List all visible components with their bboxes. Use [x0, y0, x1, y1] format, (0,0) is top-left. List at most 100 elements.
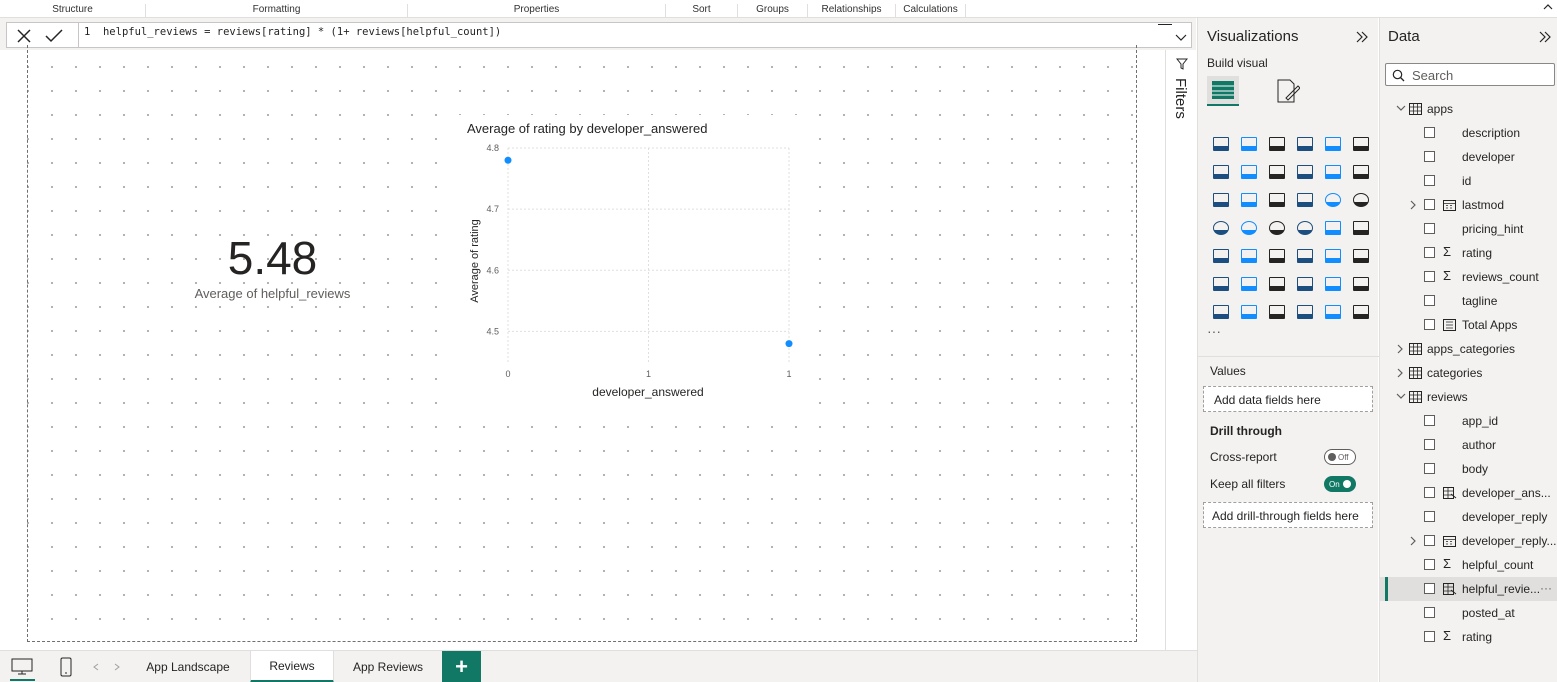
field-checkbox[interactable]	[1424, 271, 1435, 282]
data-table-categories[interactable]: categories	[1380, 361, 1557, 385]
formula-resize-handle[interactable]	[1158, 24, 1172, 25]
data-table-apps[interactable]: apps	[1380, 97, 1557, 121]
filters-pane[interactable]: Filters	[1165, 50, 1197, 650]
stacked-column-icon[interactable]	[1235, 130, 1263, 158]
data-search-box[interactable]: Search	[1385, 63, 1555, 86]
build-visual-tab[interactable]	[1207, 76, 1239, 106]
chevron-right-icon[interactable]	[1408, 535, 1418, 547]
tab-scroll-left-icon[interactable]	[92, 663, 100, 671]
data-field-rating[interactable]: Σrating	[1380, 241, 1557, 265]
data-table-reviews[interactable]: reviews	[1380, 385, 1557, 409]
more-options-icon[interactable]: ···	[1540, 581, 1552, 595]
field-checkbox[interactable]	[1424, 607, 1435, 618]
field-checkbox[interactable]	[1424, 631, 1435, 642]
ribbon-group-structure[interactable]: Structure	[0, 4, 146, 18]
data-field-developer_ans[interactable]: developer_ans...	[1380, 481, 1557, 505]
treemap-icon[interactable]	[1207, 214, 1235, 242]
chevron-right-icon[interactable]	[1408, 199, 1418, 211]
tab-app-reviews[interactable]: App Reviews	[340, 651, 436, 682]
chevron-right-icon[interactable]	[1395, 367, 1407, 379]
ribbon-group-calculations[interactable]: Calculations	[896, 4, 966, 18]
more-visuals-icon[interactable]: ···	[1207, 323, 1221, 339]
narrative-icon[interactable]	[1319, 270, 1347, 298]
field-checkbox[interactable]	[1424, 535, 1435, 546]
data-field-helpful_revie[interactable]: helpful_revie... ···	[1380, 577, 1557, 601]
ribbon-group-formatting[interactable]: Formatting	[146, 4, 408, 18]
data-field-pricing_hint[interactable]: pricing_hint	[1380, 217, 1557, 241]
field-checkbox[interactable]	[1424, 127, 1435, 138]
funnel-icon[interactable]	[1263, 186, 1291, 214]
ribbon-group-sort[interactable]: Sort	[666, 4, 738, 18]
keep-filters-toggle[interactable]: On	[1324, 476, 1356, 492]
custom-icon-1[interactable]	[1319, 298, 1347, 326]
chevron-down-icon[interactable]	[1395, 103, 1407, 115]
python-visual-icon[interactable]	[1207, 270, 1235, 298]
decomposition-tree-icon[interactable]	[1263, 270, 1291, 298]
data-field-description[interactable]: description	[1380, 121, 1557, 145]
ribbon-group-properties[interactable]: Properties	[408, 4, 666, 18]
values-well[interactable]: Add data fields here	[1203, 386, 1373, 412]
line-icon[interactable]	[1207, 158, 1235, 186]
tab-scroll-right-icon[interactable]	[113, 663, 121, 671]
line-clustered-icon[interactable]	[1347, 158, 1375, 186]
collapse-viz-icon[interactable]	[1356, 31, 1368, 43]
100-column-icon[interactable]	[1347, 130, 1375, 158]
field-checkbox[interactable]	[1424, 511, 1435, 522]
gauge-icon[interactable]	[1319, 214, 1347, 242]
data-field-rating[interactable]: Σrating	[1380, 625, 1557, 649]
collapse-ribbon-icon[interactable]	[1543, 3, 1553, 11]
qa-icon[interactable]	[1291, 270, 1319, 298]
data-field-developer_reply[interactable]: developer_reply	[1380, 505, 1557, 529]
data-field-developer[interactable]: developer	[1380, 145, 1557, 169]
metrics-icon[interactable]	[1347, 270, 1375, 298]
azure-map-icon[interactable]	[1291, 214, 1319, 242]
field-checkbox[interactable]	[1424, 439, 1435, 450]
filled-map-icon[interactable]	[1263, 214, 1291, 242]
slicer-icon[interactable]	[1263, 242, 1291, 270]
commit-formula-icon[interactable]	[44, 28, 64, 44]
format-visual-icon[interactable]	[1274, 78, 1300, 104]
custom-icon-2[interactable]	[1347, 298, 1375, 326]
data-field-helpful_count[interactable]: Σhelpful_count	[1380, 553, 1557, 577]
tab-app-landscape[interactable]: App Landscape	[132, 651, 244, 682]
scatter-chart-visual[interactable]: Average of rating by developer_answered …	[455, 115, 805, 405]
add-page-button[interactable]: +	[442, 651, 481, 682]
100-bar-icon[interactable]	[1319, 130, 1347, 158]
field-checkbox[interactable]	[1424, 487, 1435, 498]
tab-reviews[interactable]: Reviews	[250, 651, 334, 682]
clustered-bar-icon[interactable]	[1263, 130, 1291, 158]
data-field-posted_at[interactable]: posted_at	[1380, 601, 1557, 625]
expand-formula-icon[interactable]	[1175, 33, 1187, 41]
data-field-lastmod[interactable]: lastmod	[1380, 193, 1557, 217]
cross-report-toggle[interactable]: Off	[1324, 449, 1356, 465]
field-checkbox[interactable]	[1424, 583, 1435, 594]
collapse-data-icon[interactable]	[1539, 31, 1551, 43]
field-checkbox[interactable]	[1424, 463, 1435, 474]
100-area-icon[interactable]	[1291, 158, 1319, 186]
new-card-icon[interactable]	[1291, 298, 1319, 326]
data-field-author[interactable]: author	[1380, 433, 1557, 457]
field-checkbox[interactable]	[1424, 199, 1435, 210]
cancel-formula-icon[interactable]	[16, 28, 32, 44]
table-icon[interactable]	[1291, 242, 1319, 270]
paginated-report-icon[interactable]	[1207, 298, 1235, 326]
field-checkbox[interactable]	[1424, 415, 1435, 426]
field-checkbox[interactable]	[1424, 247, 1435, 258]
data-field-tagline[interactable]: tagline	[1380, 289, 1557, 313]
line-column-icon[interactable]	[1319, 158, 1347, 186]
data-field-id[interactable]: id	[1380, 169, 1557, 193]
scatter-icon[interactable]	[1291, 186, 1319, 214]
field-checkbox[interactable]	[1424, 223, 1435, 234]
multirow-card-icon[interactable]	[1207, 242, 1235, 270]
clustered-column-icon[interactable]	[1291, 130, 1319, 158]
data-field-reviews_count[interactable]: Σreviews_count	[1380, 265, 1557, 289]
waterfall-icon[interactable]	[1235, 186, 1263, 214]
chevron-down-icon[interactable]	[1395, 391, 1407, 403]
matrix-icon[interactable]	[1319, 242, 1347, 270]
ribbon-group-groups[interactable]: Groups	[738, 4, 808, 18]
data-table-apps_categories[interactable]: apps_categories	[1380, 337, 1557, 361]
field-checkbox[interactable]	[1424, 151, 1435, 162]
card-icon[interactable]	[1347, 214, 1375, 242]
stacked-bar-icon[interactable]	[1207, 130, 1235, 158]
key-influencers-icon[interactable]	[1235, 270, 1263, 298]
